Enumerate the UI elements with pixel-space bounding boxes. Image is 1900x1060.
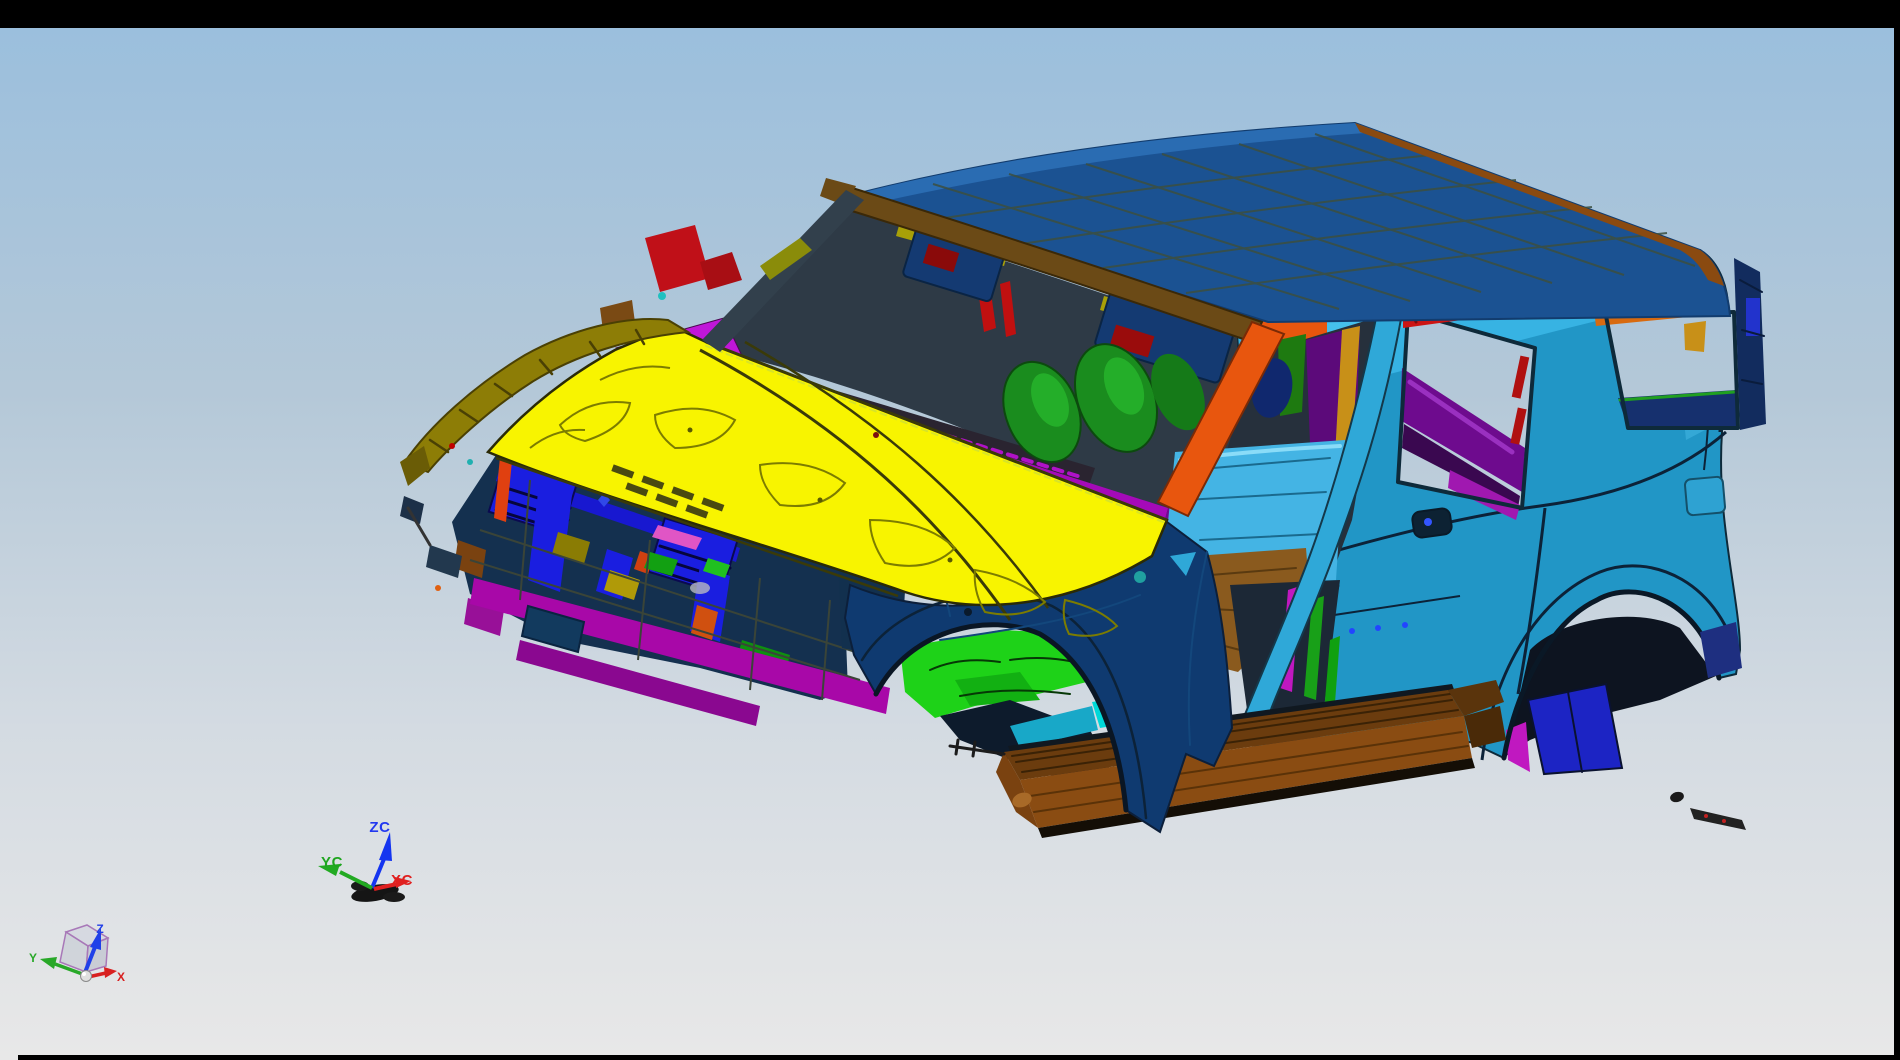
bottom-frame-bar bbox=[18, 1055, 1900, 1060]
wcs-z-label: ZC bbox=[369, 819, 390, 836]
fender-teal-grommet bbox=[1134, 571, 1146, 583]
wcs-y-label: YC bbox=[321, 854, 343, 871]
right-frame-bar bbox=[1894, 0, 1900, 1060]
view-y-label: Y bbox=[29, 951, 37, 965]
quarter-window-gold-tab bbox=[1684, 321, 1706, 352]
cad-application-window: ZC YC XC Z Y X bbox=[0, 0, 1900, 1060]
view-z-label: Z bbox=[96, 922, 103, 936]
wcs-x-label: XC bbox=[391, 872, 413, 889]
door-handle-pocket[interactable] bbox=[1411, 507, 1452, 538]
fuel-door[interactable] bbox=[1685, 476, 1726, 515]
cowl-teal-clip[interactable] bbox=[658, 292, 666, 300]
view-x-label: X bbox=[117, 970, 125, 984]
top-frame-bar bbox=[0, 0, 1900, 28]
view-origin-sphere bbox=[81, 971, 92, 982]
graphics-viewport[interactable]: ZC YC XC Z Y X bbox=[0, 0, 1900, 1060]
